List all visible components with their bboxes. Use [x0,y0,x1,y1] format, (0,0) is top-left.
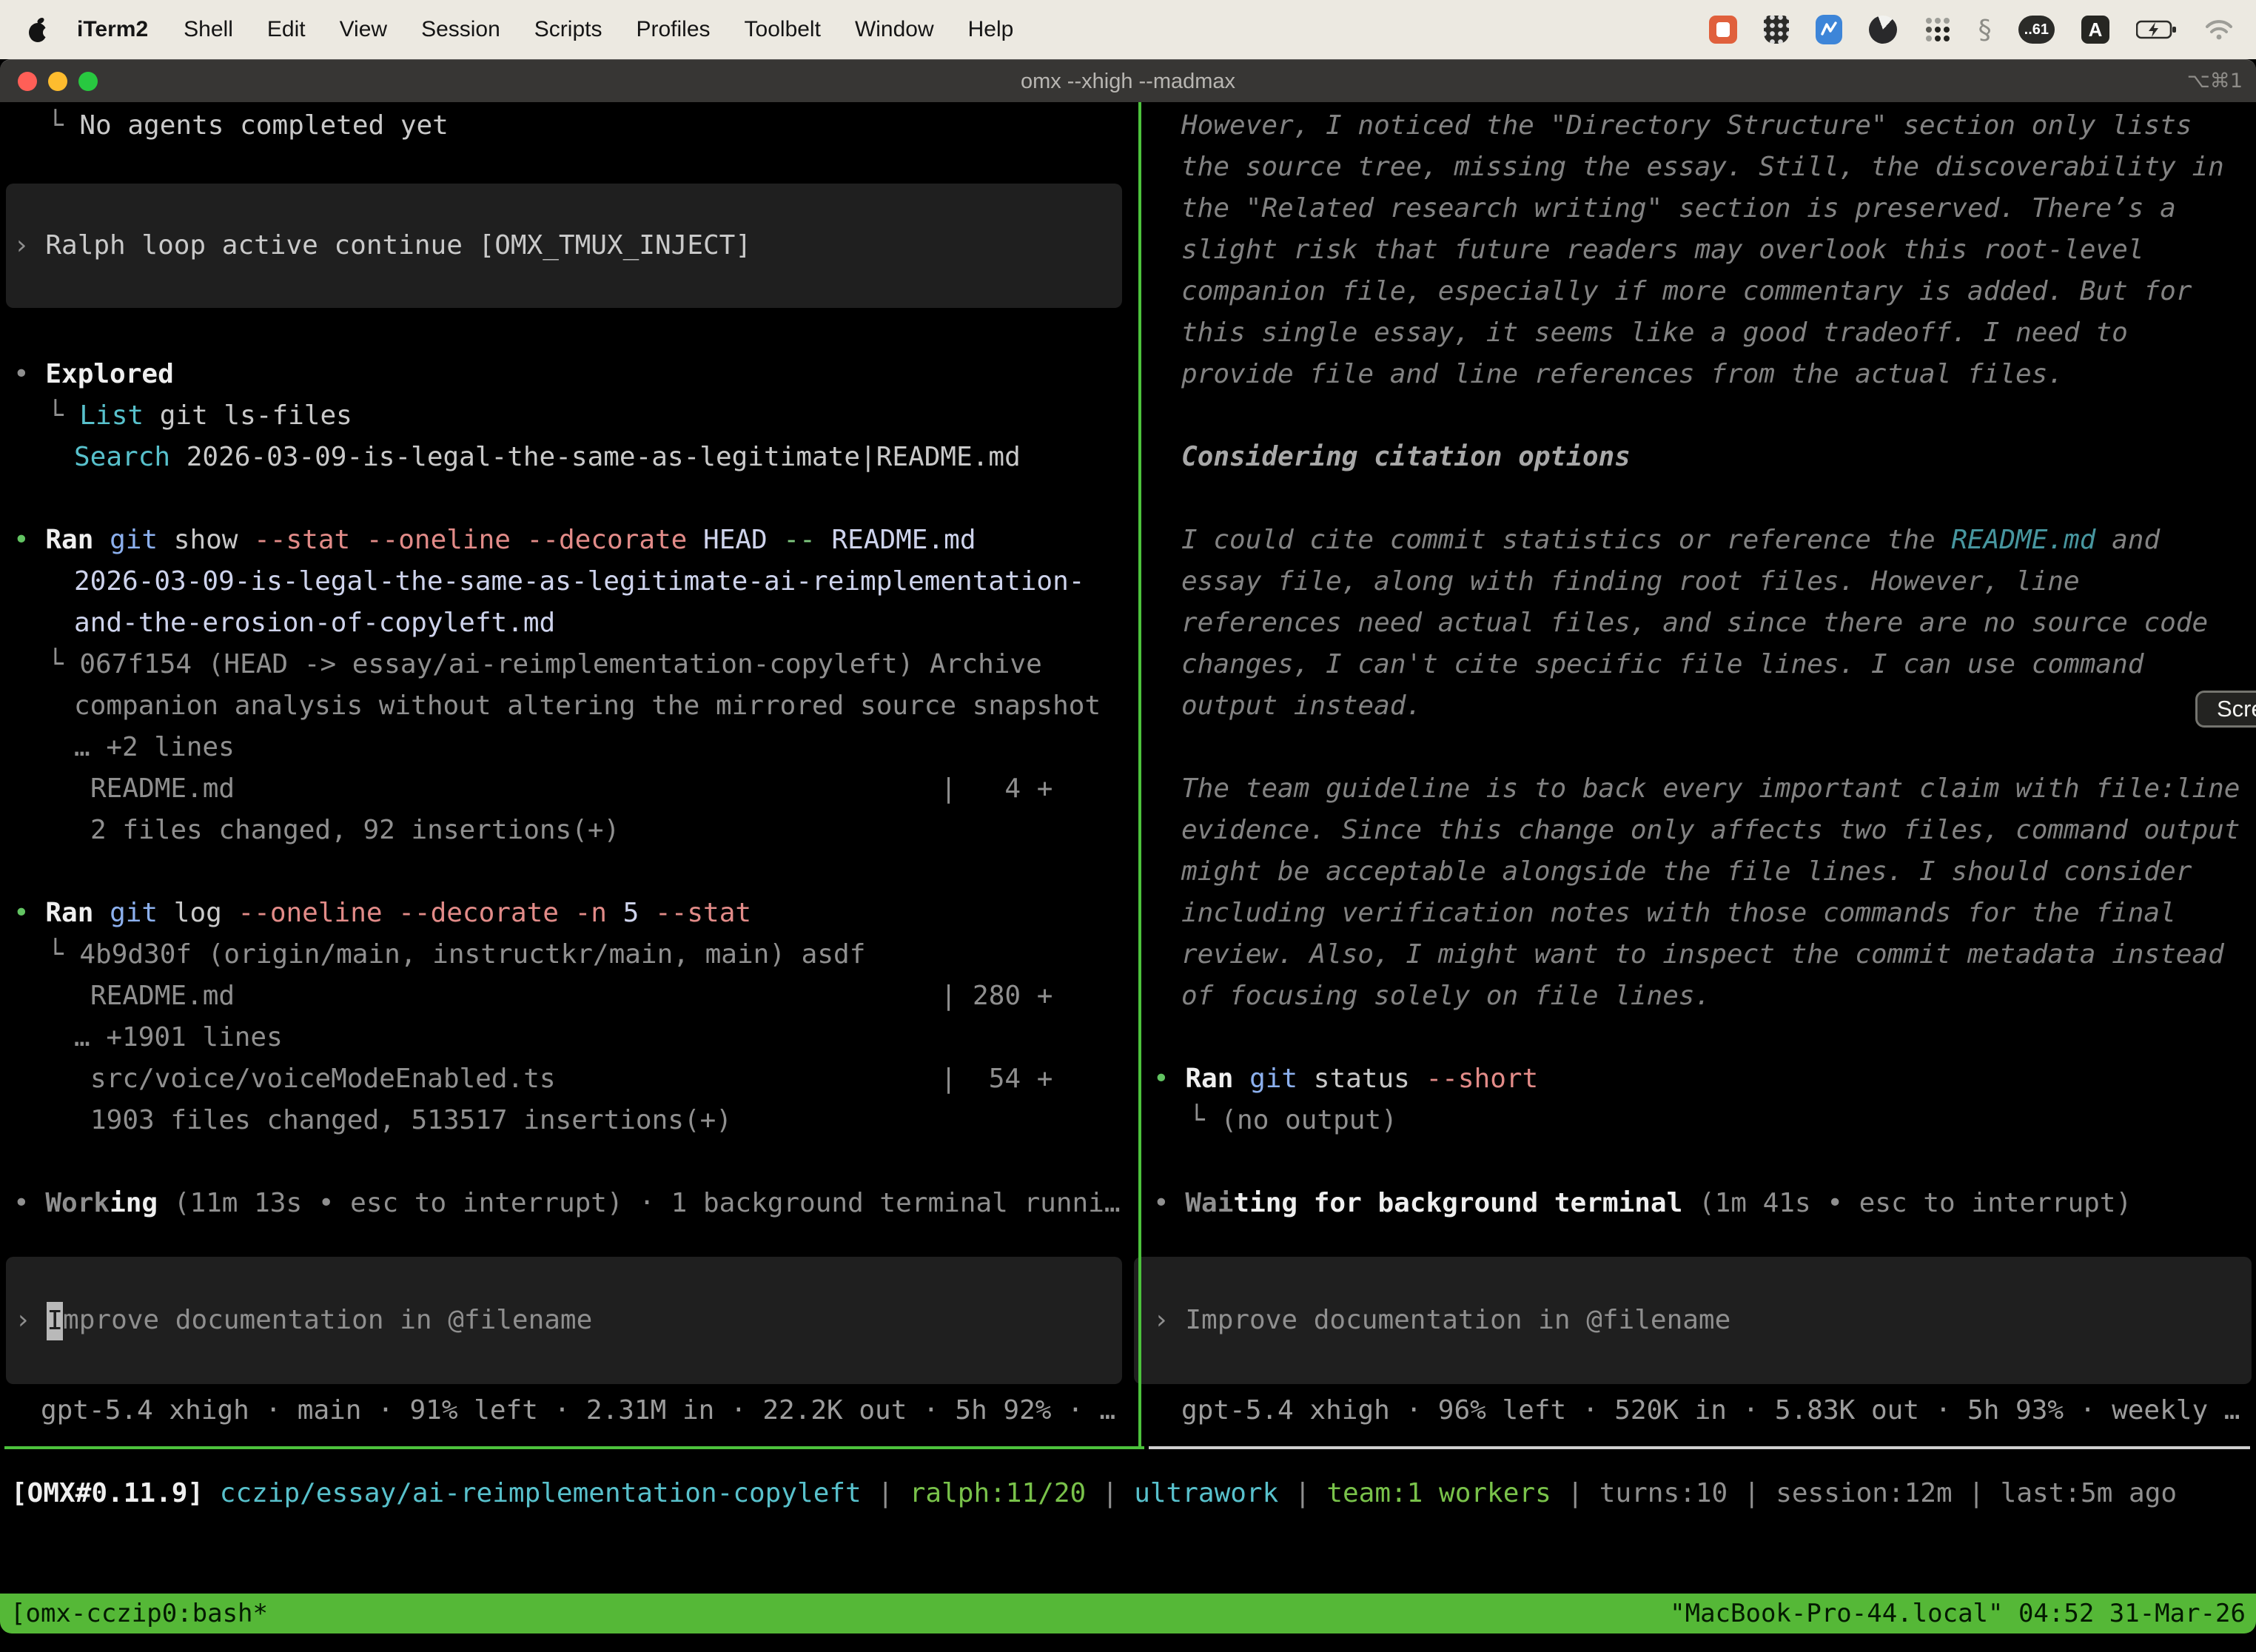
menu-bar: iTerm2 Shell Edit View Session Scripts Profil… [0,0,2256,59]
terminal-line: src/voice/voiceModeEnabled.ts | 54 + [90,1058,1053,1100]
title-bar: omx --xhigh --madmax ⌥⌘1 [0,59,2256,102]
prompt-chevron: › [13,230,30,261]
terminal-line: output instead. [1181,685,1422,727]
screen-overlay-button[interactable]: Scre [2195,691,2256,728]
terminal-line: README.md | 280 + [90,976,1053,1017]
menu-item-view[interactable]: View [340,17,387,42]
ralph-inject-text: Ralph loop active continue [OMX_TMUX_INJ… [30,230,751,261]
pie-circle-icon[interactable] [1869,16,1897,44]
right-input-box[interactable]: › Improve documentation in @filename [1134,1257,2252,1384]
left-pane-bottom-border [4,1446,1144,1449]
terminal-line: references need actual files, and since … [1181,602,2208,644]
terminal-line: evidence. Since this change only affects… [1181,810,2240,851]
menu-items: Shell Edit View Session Scripts Profiles Toolb… [184,17,1047,42]
terminal-line: this single essay, it seems like a good … [1181,312,2128,354]
terminal-line: changes, I can't cite specific file line… [1181,644,2143,685]
terminal-line: README.md | 4 + [90,768,1053,810]
apple-menu-icon[interactable] [22,15,55,44]
terminal-line: I could cite commit statistics or refere… [1181,520,2160,561]
chat-app-icon[interactable] [1709,16,1737,44]
menu-item-toolbelt[interactable]: Toolbelt [745,17,821,42]
input-placeholder: Improve documentation in @filename [1185,1305,1730,1335]
terminal-line: gpt-5.4 xhigh · main · 91% left · 2.31M … [41,1390,1115,1431]
terminal-line: └ (no output) [1189,1100,1397,1141]
terminal-line: Search 2026-03-09-is-legal-the-same-as-l… [74,437,1021,478]
terminal-line: 2 files changed, 92 insertions(+) [90,810,620,851]
terminal-line: companion file, especially if more comme… [1181,271,2192,312]
dots-grid-icon[interactable] [1924,16,1952,44]
terminal-line: • Explored [13,354,174,395]
menu-item-help[interactable]: Help [968,17,1014,42]
terminal-line: companion analysis without altering the … [74,685,1101,727]
terminal-line: the source tree, missing the essay. Stil… [1181,147,2224,188]
battery-icon[interactable] [2136,19,2178,40]
terminal-line: … +1901 lines [74,1017,283,1058]
right-pane-bottom-border [1149,1446,2250,1449]
menu-item-scripts[interactable]: Scripts [534,17,602,42]
terminal-line: provide file and line references from th… [1181,354,2064,395]
terminal-line: • Ran git status --short [1153,1058,1538,1100]
menu-item-profiles[interactable]: Profiles [636,17,710,42]
tmux-session-label[interactable]: [omx-cczip0:bash* [10,1599,268,1628]
terminal-line: • Waiting for background terminal (1m 41… [1153,1183,2132,1224]
terminal-line: However, I noticed the "Directory Struct… [1181,105,2192,147]
terminal-line: 1903 files changed, 513517 insertions(+) [90,1100,732,1141]
terminal-line: … +2 lines [74,727,235,768]
text-cursor: I [47,1302,63,1340]
terminal-line: essay file, along with finding root file… [1181,561,2080,602]
blue-badge-icon[interactable] [1816,15,1842,44]
terminal-line: [OMX#0.11.9] cczip/essay/ai-reimplementa… [11,1473,2177,1514]
terminal-line: gpt-5.4 xhigh · 96% left · 520K in · 5.8… [1181,1390,2240,1431]
prompt-chevron: › [15,1305,47,1335]
menu-item-window[interactable]: Window [855,17,934,42]
terminal-line: including verification notes with those … [1181,893,2176,934]
menu-status-icons: § ..61 A [1709,15,2234,45]
terminal-line: └ 4b9d30f (origin/main, instructkr/main,… [47,934,865,976]
terminal-line: └ List git ls-files [47,395,352,437]
letter-a-icon[interactable]: A [2081,16,2109,44]
terminal-line: review. Also, I might want to inspect th… [1181,934,2224,976]
menu-item-session[interactable]: Session [421,17,500,42]
terminal-line: • Ran git show --stat --oneline --decora… [13,520,976,561]
menu-item-shell[interactable]: Shell [184,17,233,42]
ralph-inject-box: › Ralph loop active continue [OMX_TMUX_I… [6,184,1122,308]
terminal-line: and-the-erosion-of-copyleft.md [74,602,555,644]
terminal: › Ralph loop active continue [OMX_TMUX_I… [0,102,2256,1594]
terminal-line: • Ran git log --oneline --decorate -n 5 … [13,893,751,934]
badge-61-icon[interactable]: ..61 [2018,16,2055,44]
wifi-icon[interactable] [2204,19,2234,41]
left-input-box[interactable]: › Improve documentation in @filename [6,1257,1122,1384]
terminal-line: └ No agents completed yet [47,105,449,147]
input-placeholder: mprove documentation in @filename [63,1305,592,1335]
terminal-line: • Working (11m 13s • esc to interrupt) ·… [13,1183,1121,1224]
terminal-line: might be acceptable alongside the file l… [1181,851,2192,893]
terminal-line: The team guideline is to back every impo… [1181,768,2240,810]
terminal-line: of focusing solely on file lines. [1181,976,1711,1017]
terminal-line: └ 067f154 (HEAD -> essay/ai-reimplementa… [47,644,1042,685]
terminal-line: Considering citation options [1181,437,1631,478]
menu-item-edit[interactable]: Edit [267,17,306,42]
grid-shield-icon[interactable] [1764,16,1789,44]
tmux-status-bar: [omx-cczip0:bash* "MacBook-Pro-44.local"… [0,1594,2256,1633]
menu-app-name[interactable]: iTerm2 [77,17,148,42]
window-title: omx --xhigh --madmax [0,60,2256,103]
terminal-line: 2026-03-09-is-legal-the-same-as-legitima… [74,561,1084,602]
terminal-line: slight risk that future readers may over… [1181,229,2143,271]
window-shortcut: ⌥⌘1 [2187,60,2243,103]
tmux-host-clock: "MacBook-Pro-44.local" 04:52 31-Mar-26 [1670,1599,2246,1628]
terminal-line: the "Related research writing" section i… [1181,188,2176,229]
prompt-chevron: › [1153,1305,1185,1335]
pane-divider[interactable] [1138,102,1141,1448]
seahorse-icon[interactable]: § [1978,15,1992,45]
